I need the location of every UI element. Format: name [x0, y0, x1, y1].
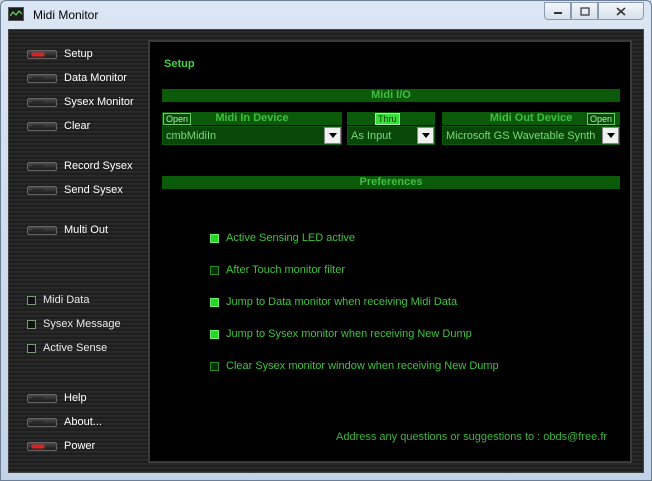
setup-panel: Setup Midi I/O Midi In Device Open cmbMi…	[148, 40, 632, 463]
midi-out-open-button[interactable]: Open	[587, 113, 616, 125]
midi-out-value: Microsoft GS Wavetable Synth	[446, 130, 596, 142]
led-indicator	[27, 185, 57, 195]
midi-out-dropdown-button[interactable]	[602, 127, 619, 144]
data-monitor-label: Data Monitor	[64, 72, 127, 84]
thru-value: As Input	[351, 130, 392, 142]
record-sysex-button[interactable]: Record Sysex	[27, 158, 132, 174]
midi-in-open-button[interactable]: Open	[163, 113, 192, 125]
led-indicator	[27, 49, 57, 59]
active-sense-label: Active Sense	[43, 342, 108, 354]
about-button[interactable]: About...	[27, 414, 102, 430]
client-area: Setup Data Monitor Sysex Monitor Clear R…	[8, 29, 644, 473]
midi-io-header: Midi I/O	[162, 89, 620, 102]
thru-button[interactable]: Thru	[375, 113, 400, 125]
sysex-message-indicator: Sysex Message	[27, 317, 121, 331]
close-icon	[616, 6, 626, 16]
panel-title: Setup	[164, 58, 195, 70]
led-indicator	[27, 161, 57, 171]
midi-out-select[interactable]: Microsoft GS Wavetable Synth	[442, 126, 620, 145]
maximize-icon	[579, 6, 590, 16]
led-indicator	[27, 73, 57, 83]
setup-label: Setup	[64, 48, 93, 60]
window-title: Midi Monitor	[33, 8, 99, 22]
pref-after-touch[interactable]: After Touch monitor filter	[210, 263, 345, 277]
app-window: Midi Monitor Setup Data Monitor Sysex Mo…	[0, 0, 652, 481]
multi-out-button[interactable]: Multi Out	[27, 222, 108, 238]
pref-label: Jump to Data monitor when receiving Midi…	[226, 296, 458, 308]
led-indicator	[27, 97, 57, 107]
setup-button[interactable]: Setup	[27, 46, 93, 62]
clear-label: Clear	[64, 120, 91, 132]
minimize-button[interactable]	[544, 2, 571, 20]
help-label: Help	[64, 392, 87, 404]
minimize-icon	[553, 12, 562, 14]
about-label: About...	[64, 416, 102, 428]
record-sysex-label: Record Sysex	[64, 160, 133, 172]
midi-in-value: cmbMidiIn	[166, 130, 217, 142]
indicator-box	[27, 343, 36, 353]
sysex-monitor-button[interactable]: Sysex Monitor	[27, 94, 134, 110]
multi-out-label: Multi Out	[64, 224, 109, 236]
power-button[interactable]: Power	[27, 438, 95, 454]
indicator-box	[27, 319, 36, 329]
midi-in-label: Midi In Device	[215, 112, 289, 124]
chevron-down-icon	[606, 133, 615, 138]
thru-select[interactable]: As Input	[347, 126, 435, 145]
pref-active-sensing[interactable]: Active Sensing LED active	[210, 231, 355, 245]
sysex-message-label: Sysex Message	[43, 318, 121, 330]
send-sysex-button[interactable]: Send Sysex	[27, 182, 123, 198]
indicator-box	[27, 295, 36, 305]
pref-checkbox[interactable]	[210, 329, 219, 339]
chevron-down-icon	[421, 133, 430, 138]
midi-in-dropdown-button[interactable]	[324, 127, 341, 144]
pref-checkbox[interactable]	[210, 265, 219, 275]
midi-app-icon	[8, 7, 24, 21]
led-indicator	[27, 417, 57, 427]
midi-in-select[interactable]: cmbMidiIn	[162, 126, 342, 145]
pref-checkbox[interactable]	[210, 233, 219, 243]
active-sense-indicator: Active Sense	[27, 341, 107, 355]
pref-checkbox[interactable]	[210, 361, 219, 371]
data-monitor-button[interactable]: Data Monitor	[27, 70, 127, 86]
pref-jump-sysex-monitor[interactable]: Jump to Sysex monitor when receiving New…	[210, 327, 472, 341]
pref-label: Jump to Sysex monitor when receiving New…	[226, 328, 472, 340]
led-indicator	[27, 441, 57, 451]
clear-button[interactable]: Clear	[27, 118, 90, 134]
pref-label: After Touch monitor filter	[226, 264, 346, 276]
midi-out-label: Midi Out Device	[489, 112, 573, 124]
pref-clear-sysex[interactable]: Clear Sysex monitor window when receivin…	[210, 359, 499, 373]
led-indicator	[27, 121, 57, 131]
contact-footer: Address any questions or suggestions to …	[336, 431, 608, 443]
help-button[interactable]: Help	[27, 390, 87, 406]
power-label: Power	[64, 440, 96, 452]
pref-jump-data-monitor[interactable]: Jump to Data monitor when receiving Midi…	[210, 295, 457, 309]
maximize-button[interactable]	[571, 2, 598, 20]
preferences-header: Preferences	[162, 176, 620, 189]
send-sysex-label: Send Sysex	[64, 184, 123, 196]
midi-data-label: Midi Data	[43, 294, 90, 306]
title-bar: Midi Monitor	[1, 1, 651, 29]
chevron-down-icon	[328, 133, 337, 138]
pref-label: Active Sensing LED active	[226, 232, 356, 244]
led-indicator	[27, 225, 57, 235]
sysex-monitor-label: Sysex Monitor	[64, 96, 134, 108]
pref-label: Clear Sysex monitor window when receivin…	[226, 360, 499, 372]
led-indicator	[27, 393, 57, 403]
midi-data-indicator: Midi Data	[27, 293, 89, 307]
thru-dropdown-button[interactable]	[417, 127, 434, 144]
pref-checkbox[interactable]	[210, 297, 219, 307]
close-button[interactable]	[598, 2, 644, 20]
